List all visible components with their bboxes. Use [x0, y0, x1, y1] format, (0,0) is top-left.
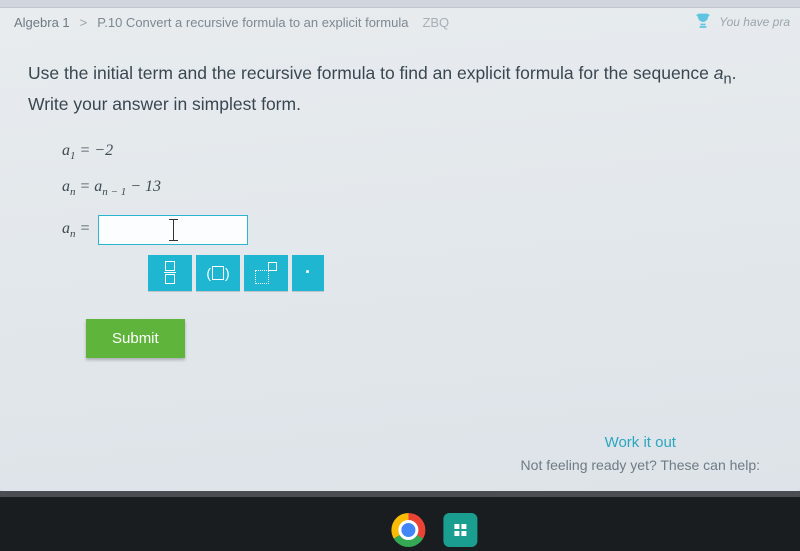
lesson-page: Algebra 1 > P.10 Convert a recursive for… — [0, 0, 800, 491]
math-toolbar: () · — [148, 255, 800, 291]
exponent-button[interactable] — [244, 255, 288, 291]
fraction-icon — [164, 261, 176, 285]
trophy-icon — [693, 12, 713, 32]
chrome-icon[interactable] — [391, 513, 425, 547]
practice-trophy: You have pra — [693, 12, 790, 32]
exponent-icon — [255, 262, 277, 284]
submit-wrap: Submit — [86, 319, 800, 358]
answer-input[interactable] — [98, 215, 248, 245]
fraction-button[interactable] — [148, 255, 192, 291]
question-content: Use the initial term and the recursive f… — [0, 50, 800, 358]
breadcrumb-course[interactable]: Algebra 1 — [14, 15, 70, 30]
given-equations: a1 = −2 an = an − 1 − 13 — [62, 142, 800, 198]
answer-row: an = — [62, 215, 800, 245]
breadcrumb-skill[interactable]: P.10 Convert a recursive formula to an e… — [97, 15, 408, 30]
breadcrumb: Algebra 1 > P.10 Convert a recursive for… — [0, 8, 800, 50]
initial-term: a1 = −2 — [62, 142, 800, 162]
dot-icon: · — [305, 262, 311, 283]
top-divider — [0, 0, 800, 8]
recursive-formula: an = an − 1 − 13 — [62, 178, 800, 198]
parentheses-button[interactable]: () — [196, 255, 240, 291]
prompt-seq-sub: n — [724, 72, 732, 88]
parentheses-icon: () — [206, 265, 229, 281]
taskbar — [391, 513, 477, 547]
breadcrumb-separator: > — [80, 15, 88, 30]
answer-lhs: an = — [62, 220, 90, 240]
prompt-text-3: Write your answer in simplest form. — [28, 94, 301, 114]
text-caret-icon — [173, 220, 174, 240]
question-prompt: Use the initial term and the recursive f… — [28, 60, 788, 118]
device-bezel — [0, 491, 800, 551]
help-hint: Not feeling ready yet? These can help: — [521, 457, 760, 473]
prompt-seq-var: a — [714, 63, 724, 83]
submit-button[interactable]: Submit — [86, 319, 185, 358]
prompt-text-1: Use the initial term and the recursive f… — [28, 63, 714, 83]
multiplication-dot-button[interactable]: · — [292, 255, 324, 291]
prompt-text-2: . — [732, 63, 737, 83]
trophy-label: You have pra — [719, 15, 790, 29]
footer-help: Work it out Not feeling ready yet? These… — [521, 434, 760, 473]
breadcrumb-left: Algebra 1 > P.10 Convert a recursive for… — [14, 15, 449, 30]
app-icon[interactable] — [443, 513, 477, 547]
breadcrumb-code: ZBQ — [422, 15, 449, 30]
work-it-out-link[interactable]: Work it out — [521, 434, 760, 451]
